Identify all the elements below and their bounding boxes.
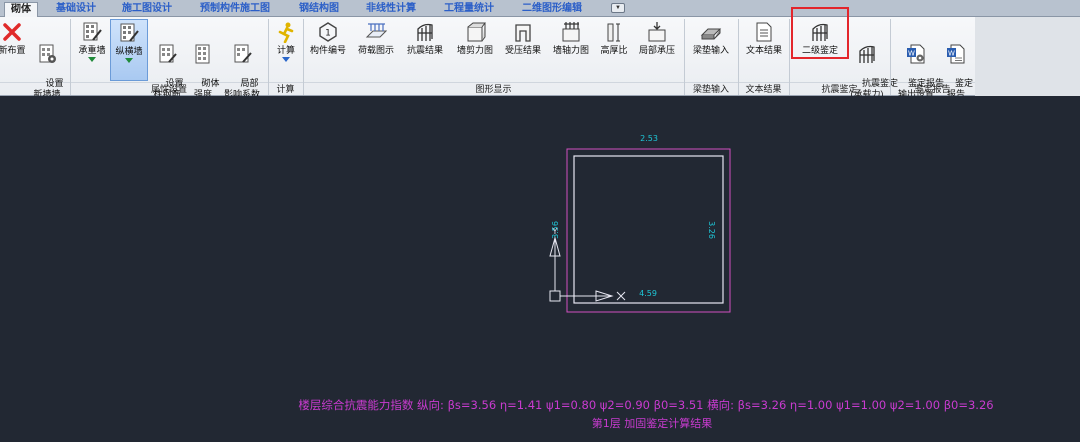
- report-settings-icon: W: [907, 44, 925, 64]
- set-new-wall-button[interactable]: 设置 新墙墙: [30, 19, 64, 99]
- tab-overflow-dropdown[interactable]: ▼: [611, 3, 625, 13]
- top-dimension: 2.53: [640, 134, 658, 143]
- group-label-beam-pad-input: 梁垫输入: [692, 84, 729, 94]
- longitudinal-transverse-wall-button[interactable]: 纵横墙: [110, 19, 148, 81]
- ucs-axis-icon: [549, 236, 626, 302]
- svg-text:W: W: [948, 50, 955, 58]
- group-label-calculate: 计算: [276, 84, 295, 94]
- height-thickness-icon: [607, 23, 620, 42]
- tab-foundation-design[interactable]: 基础设计: [56, 2, 96, 17]
- drawing-canvas[interactable]: 2.53 3.26 4.59 3.56 Y 楼层综合抗震能力指数 纵向: βs=…: [0, 96, 1080, 442]
- beam-pad-icon: [700, 28, 722, 40]
- wall-inner-outline[interactable]: [573, 155, 724, 304]
- component-number-button[interactable]: 1 构件编号: [306, 19, 350, 81]
- tab-quantity-stats[interactable]: 工程量统计: [444, 2, 494, 17]
- right-dimension: 3.26: [707, 221, 716, 239]
- wall-shear-button[interactable]: 墙剪力图: [452, 19, 498, 81]
- button-label: 高厚比: [600, 45, 628, 55]
- svg-text:1: 1: [325, 29, 331, 39]
- component-number-icon: 1: [319, 22, 337, 42]
- report-output-settings-button[interactable]: W 鉴定报告 输出设置: [893, 19, 944, 99]
- group-label-text-result: 文本结果: [745, 84, 782, 94]
- text-result-button[interactable]: 文本结果: [741, 19, 787, 81]
- group-label-graphic-display: 图形显示: [475, 84, 512, 94]
- y-axis-label: Y: [552, 227, 558, 236]
- set-column-rebar-button[interactable]: 设置 柱钢筋: [150, 19, 184, 99]
- button-label: 墙剪力图: [456, 45, 493, 55]
- button-label: 抗震结果: [406, 45, 443, 55]
- button-label: 文本结果: [745, 45, 782, 55]
- report-word-icon: W: [947, 44, 965, 64]
- button-label: 墙轴力图: [552, 45, 589, 55]
- seismic-result-button[interactable]: 抗震结果: [402, 19, 448, 81]
- bottom-dimension: 4.59: [639, 289, 657, 298]
- chevron-down-icon[interactable]: [88, 57, 96, 62]
- floor-result-caption: 第1层 加固鉴定计算结果: [592, 416, 713, 430]
- wall-outer-outline[interactable]: [566, 148, 731, 313]
- running-man-icon: [278, 22, 294, 43]
- drawing-svg: 2.53 3.26 4.59 3.56 Y 楼层综合抗震能力指数 纵向: βs=…: [298, 134, 993, 430]
- button-label: 荷载图示: [357, 45, 394, 55]
- text-result-icon: [756, 22, 772, 42]
- seismic-appraisal-icon: [859, 45, 875, 63]
- button-label: 新布置: [0, 45, 26, 55]
- height-thickness-ratio-button[interactable]: 高厚比: [596, 19, 632, 81]
- button-label: 纵横墙: [115, 46, 143, 56]
- beam-pad-input-button[interactable]: 梁垫输入: [688, 19, 734, 81]
- new-layout-button[interactable]: 新布置: [0, 19, 30, 81]
- tab-2d-graphic-edit[interactable]: 二维图形编辑: [522, 2, 582, 17]
- masonry-strength-button[interactable]: 砌体 强度: [186, 19, 220, 99]
- group-label-appraisal-report: 鉴定报告: [914, 84, 951, 94]
- button-label: 梁垫输入: [692, 45, 729, 55]
- compression-result-icon: [515, 24, 531, 42]
- wall-shear-icon: [467, 22, 486, 42]
- ribbon-tab-bar: 砌体 基础设计 施工图设计 预制构件施工图 钢结构图 非线性计算 工程量统计 二…: [0, 0, 1080, 18]
- wall-axial-icon: [562, 22, 580, 42]
- local-influence-factor-button[interactable]: 局部 影响系数: [220, 19, 264, 99]
- compression-result-button[interactable]: 受压结果: [500, 19, 546, 81]
- appraisal-report-button[interactable]: W 鉴定 报告: [940, 19, 973, 99]
- column-rebar-icon: [159, 44, 177, 63]
- bearing-wall-button[interactable]: 承重墙: [74, 19, 110, 81]
- button-label: 承重墙: [78, 45, 106, 55]
- tab-precast-drawing[interactable]: 预制构件施工图: [200, 2, 270, 17]
- local-bearing-icon: [648, 22, 666, 42]
- seismic-result-icon: [417, 23, 433, 41]
- local-bearing-button[interactable]: 局部承压: [634, 19, 680, 81]
- tab-nonlinear-calc[interactable]: 非线性计算: [366, 2, 416, 17]
- calculate-button[interactable]: 计算: [272, 19, 300, 81]
- button-label: 受压结果: [504, 45, 541, 55]
- chevron-down-icon[interactable]: [125, 58, 133, 63]
- button-label: 构件编号: [309, 45, 346, 55]
- group-label-seismic-appraisal: 抗震鉴定: [821, 84, 858, 94]
- tab-construction-drawing[interactable]: 施工图设计: [122, 2, 172, 17]
- seismic-index-summary: 楼层综合抗震能力指数 纵向: βs=3.56 η=1.41 ψ1=0.80 ψ2…: [298, 398, 993, 412]
- button-label: 计算: [276, 45, 295, 55]
- wall-edit-icon: [120, 23, 139, 42]
- wall-axial-force-button[interactable]: 墙轴力图: [548, 19, 594, 81]
- group-label-attribute-settings: 属性设置: [150, 84, 187, 94]
- button-label: 局部承压: [638, 45, 675, 55]
- load-diagram-button[interactable]: 荷载图示: [352, 19, 400, 81]
- red-x-icon: [3, 23, 21, 41]
- masonry-strength-icon: [195, 44, 210, 64]
- svg-text:W: W: [908, 50, 915, 58]
- ribbon-empty-area: [975, 17, 1080, 96]
- local-factor-icon: [234, 44, 252, 63]
- highlight-box: [791, 7, 849, 59]
- seismic-appraisal-capacity-button[interactable]: 抗震鉴定 (承载力): [847, 19, 898, 99]
- tab-masonry[interactable]: 砌体: [4, 2, 38, 18]
- load-diagram-icon: [365, 23, 387, 38]
- wall-edit-icon: [83, 22, 102, 41]
- tab-steel-structure[interactable]: 钢结构图: [299, 2, 339, 17]
- chevron-down-icon[interactable]: [282, 57, 290, 62]
- app-window: 砌体 基础设计 施工图设计 预制构件施工图 钢结构图 非线性计算 工程量统计 二…: [0, 0, 1080, 442]
- ribbon-panel: 新布置 设置 新墙墙 承重墙 纵横墙 设置 柱钢筋 砌体 强度 局部 影响系数: [0, 17, 1080, 99]
- settings-grid-icon: [39, 44, 56, 63]
